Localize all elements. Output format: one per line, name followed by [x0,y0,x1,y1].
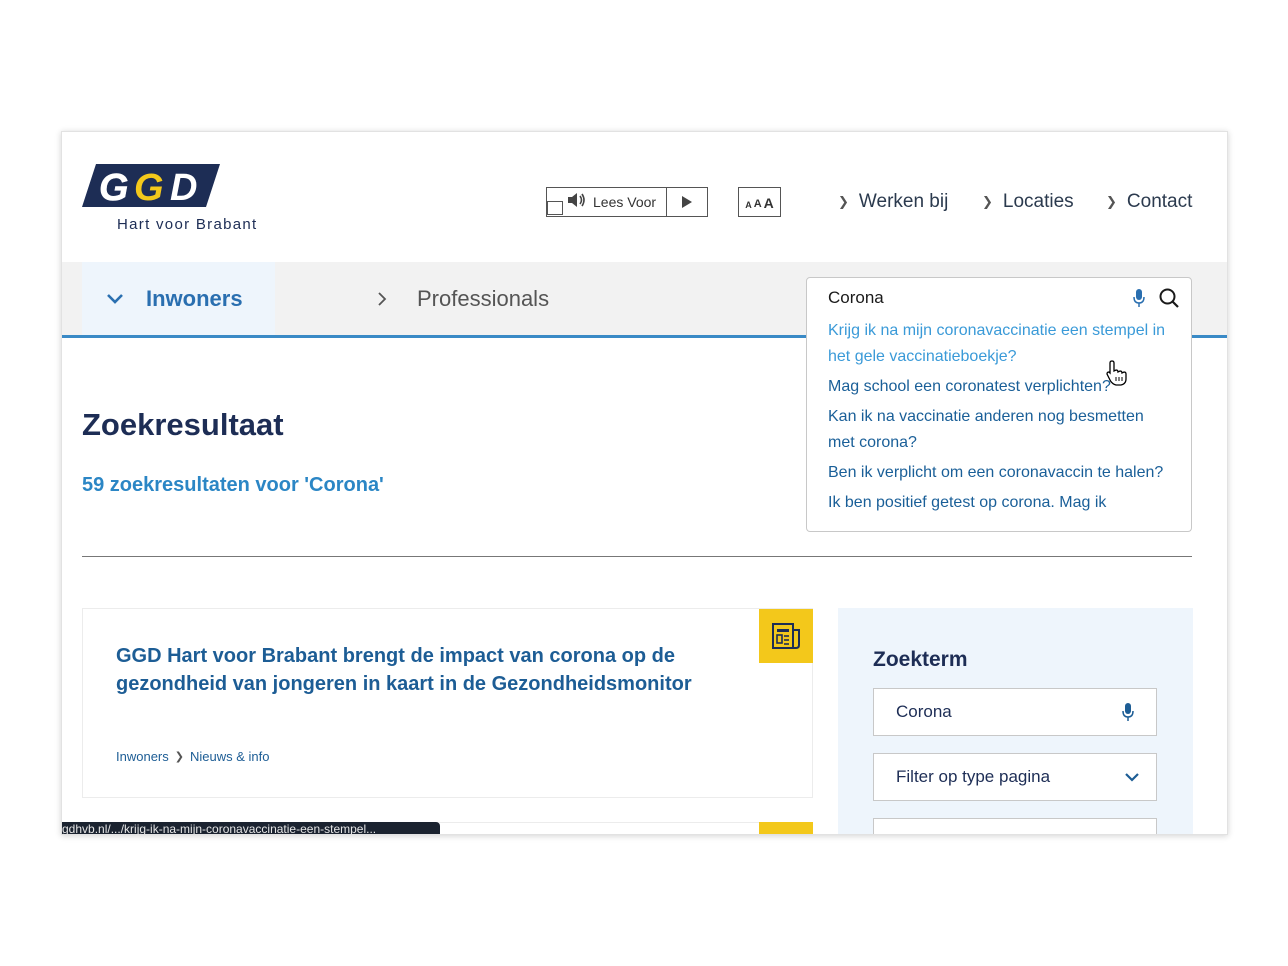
sidebar-title: Zoekterm [873,648,968,671]
result-count: 59 zoekresultaten voor 'Corona' [82,474,384,496]
filter-page-type-select[interactable]: Filter op type pagina [873,753,1157,801]
chevron-right-icon [377,291,387,307]
sidebar-search-value: Corona [896,702,952,721]
chevron-down-icon [106,293,124,304]
chevron-right-icon: ❯ [174,751,184,763]
result-title-link[interactable]: GGD Hart voor Brabant brengt de impact v… [116,642,716,698]
top-link-locaties[interactable]: ❯ Locaties [982,191,1074,213]
read-aloud-label: Lees Voor [593,194,657,210]
breadcrumb-item[interactable]: Nieuws & info [190,749,269,764]
svg-text:D: D [170,167,197,209]
document-icon [547,201,563,215]
suggestion-item[interactable]: Kan ik na vaccinatie anderen nog besmett… [828,404,1171,456]
play-button[interactable] [666,188,707,216]
sidebar-search-input[interactable]: Corona [873,688,1157,736]
page-title: Zoekresultaat [82,407,284,442]
status-url-tooltip: gdhvb.nl/.../krijg-ik-na-mijn-coronavacc… [62,822,440,834]
text-size-medium: A [753,198,762,210]
browser-viewport: G G D Hart voor Brabant Lees Voor A A A … [61,131,1228,835]
text-size-button[interactable]: A A A [738,187,781,217]
chevron-down-icon [1124,772,1140,782]
chevron-right-icon: ❯ [982,194,993,209]
top-link-label: Contact [1126,191,1193,212]
tab-inwoners[interactable]: Inwoners [82,262,275,335]
text-size-large: A [763,195,774,211]
top-link-label: Werken bij [858,191,949,212]
sidebar-field[interactable] [873,818,1157,834]
read-aloud-widget[interactable]: Lees Voor [546,187,708,217]
logo-subtitle: Hart voor Brabant [117,216,258,233]
svg-text:G: G [99,167,129,209]
chevron-right-icon: ❯ [1106,194,1117,209]
breadcrumb: Inwoners ❯ Nieuws & info [116,749,269,764]
newspaper-icon [772,623,800,649]
text-size-small: A [745,200,752,210]
breadcrumb-item[interactable]: Inwoners [116,749,169,764]
play-icon [682,196,692,208]
divider [82,556,1192,557]
suggestion-item[interactable]: Ik ben positief getest op corona. Mag ik [828,490,1171,516]
top-link-werken-bij[interactable]: ❯ Werken bij [838,191,948,213]
result-type-badge [759,609,813,663]
top-link-label: Locaties [1002,191,1074,212]
speaker-icon [567,192,587,213]
read-aloud-button[interactable]: Lees Voor [547,188,666,216]
tab-inwoners-label: Inwoners [146,285,243,311]
tab-professionals-label: Professionals [417,285,550,311]
tab-professionals[interactable]: Professionals [377,262,549,335]
search-icon[interactable] [1159,288,1179,308]
search-input[interactable]: Corona [806,277,1192,319]
hand-cursor-icon [1106,360,1128,391]
chevron-right-icon: ❯ [838,194,849,209]
svg-text:G: G [134,167,164,209]
suggestion-item[interactable]: Ben ik verplicht om een coronavaccin te … [828,460,1171,486]
top-link-contact[interactable]: ❯ Contact [1106,191,1192,213]
search-input-value: Corona [828,288,884,307]
result-card[interactable] [82,608,813,798]
filter-select-label: Filter op type pagina [896,767,1051,786]
microphone-icon[interactable] [1122,702,1134,722]
search-suggestions: Krijg ik na mijn coronavaccinatie een st… [806,318,1192,532]
microphone-icon[interactable] [1133,288,1145,308]
result-type-badge [759,822,813,834]
